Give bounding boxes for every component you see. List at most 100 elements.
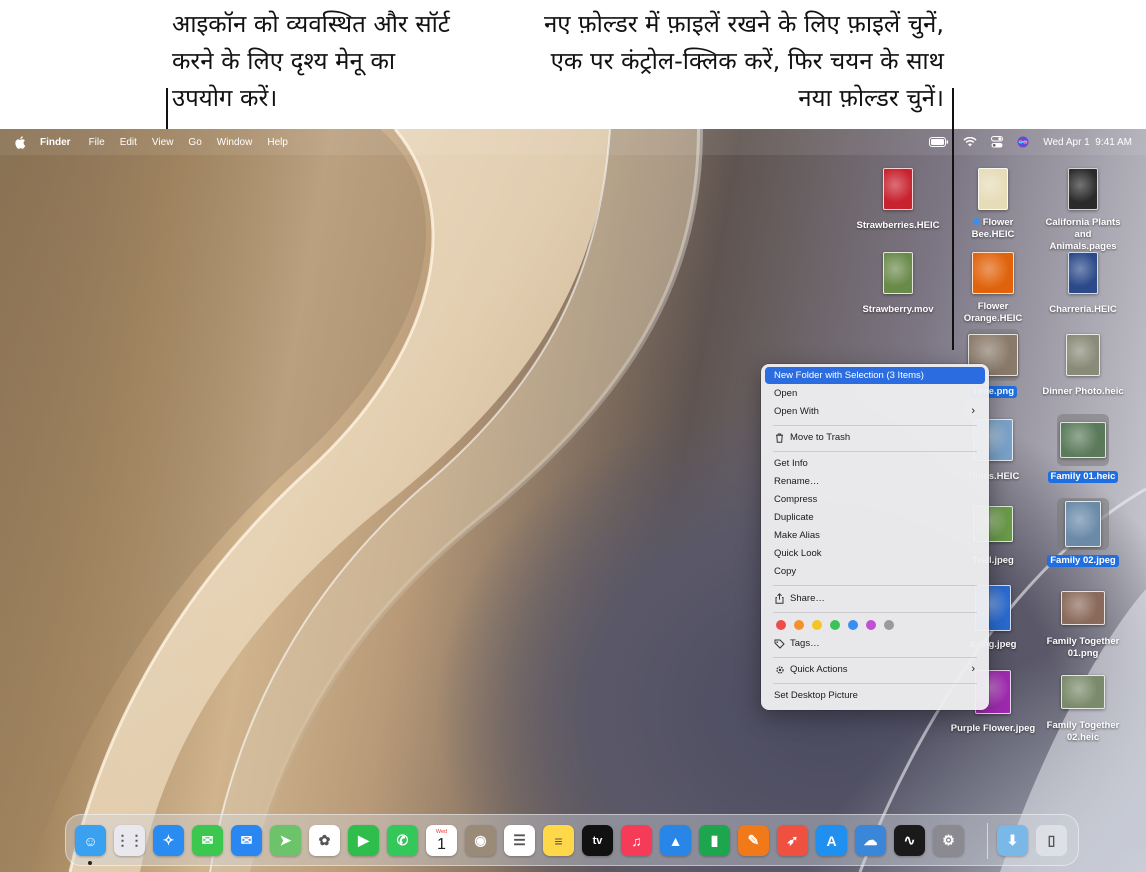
calendar-day-label: Wed	[435, 828, 448, 835]
dock-messages-icon[interactable]: ✉	[192, 825, 223, 856]
file-name-label: Flower Orange.HEIC	[963, 301, 1023, 324]
menu-bar: Finder File Edit View Go Window Help Wed…	[0, 129, 1146, 155]
menu-item-compress[interactable]: Compress	[765, 491, 985, 508]
desktop-file-icon[interactable]: Dinner Photo.heic	[1037, 329, 1129, 399]
dock-keynote-icon[interactable]: ▲	[660, 825, 691, 856]
menu-edit[interactable]: Edit	[120, 137, 137, 148]
file-thumbnail-frame	[872, 247, 924, 299]
menu-item-share[interactable]: Share…	[765, 590, 985, 607]
file-thumbnail-frame	[1057, 414, 1109, 466]
tag-color-dot[interactable]	[794, 620, 804, 630]
file-thumbnail-frame	[1057, 247, 1109, 299]
file-thumbnail-frame	[1057, 666, 1109, 718]
menu-clock[interactable]: Wed Apr 1 9:41 AM	[1043, 137, 1132, 148]
dock-app-store-icon[interactable]: A	[816, 825, 847, 856]
share-icon	[774, 593, 785, 604]
dock-system-settings-icon[interactable]: ⚙	[933, 825, 964, 856]
siri-icon[interactable]	[1017, 136, 1029, 148]
battery-icon[interactable]	[929, 137, 949, 147]
chevron-right-icon: ›	[971, 663, 975, 675]
dock-trash-icon[interactable]: ▯	[1036, 825, 1067, 856]
tag-color-dot[interactable]	[812, 620, 822, 630]
dock-reminders-icon[interactable]: ☰	[504, 825, 535, 856]
desktop-file-icon[interactable]: Strawberries.HEIC	[852, 163, 944, 233]
dock-weather-icon[interactable]: ☁	[855, 825, 886, 856]
menu-separator	[773, 612, 977, 613]
menu-item-tags[interactable]: Tags…	[765, 635, 985, 652]
menu-item-open-with[interactable]: Open With ›	[765, 403, 985, 420]
menu-item-open[interactable]: Open	[765, 385, 985, 402]
dock-finder-icon[interactable]: ☺	[75, 825, 106, 856]
desktop-file-icon[interactable]: Flower Bee.HEIC	[947, 163, 1039, 242]
dock-safari-icon[interactable]: ✧	[153, 825, 184, 856]
menu-item-quick-actions[interactable]: Quick Actions ›	[765, 661, 985, 678]
desktop-file-icon[interactable]: Flower Orange.HEIC	[947, 247, 1039, 326]
desktop-file-icon[interactable]: Family 02.jpeg	[1037, 498, 1129, 568]
dock-downloads-folder-icon[interactable]: ⬇	[997, 825, 1028, 856]
file-name-label: Family Together 02.heic	[1046, 720, 1120, 743]
wifi-icon[interactable]	[963, 137, 977, 147]
menu-file[interactable]: File	[89, 137, 105, 148]
desktop-file-icon[interactable]: Family Together 02.heic	[1037, 666, 1129, 745]
dock-photos-icon[interactable]: ✿	[309, 825, 340, 856]
dock-pages-icon[interactable]: ✎	[738, 825, 769, 856]
dock-numbers-icon[interactable]: ▮	[699, 825, 730, 856]
file-thumbnail-frame	[1057, 498, 1109, 550]
dock-stocks-icon[interactable]: ∿	[894, 825, 925, 856]
desktop-file-icon[interactable]: Family 01.heic	[1037, 414, 1129, 484]
desktop-file-icon[interactable]: Charreria.HEIC	[1037, 247, 1129, 317]
file-thumbnail-frame	[1057, 582, 1109, 634]
menu-item-get-info[interactable]: Get Info	[765, 455, 985, 472]
desktop-file-icon[interactable]: California Plants and Animals.pages	[1037, 163, 1129, 254]
tag-color-dot[interactable]	[866, 620, 876, 630]
tag-color-dot[interactable]	[884, 620, 894, 630]
menu-item-set-desktop-picture[interactable]: Set Desktop Picture	[765, 687, 985, 704]
dock-rocket-icon[interactable]: ➶	[777, 825, 808, 856]
tag-color-dot[interactable]	[830, 620, 840, 630]
control-center-icon[interactable]	[991, 136, 1004, 148]
menu-finder[interactable]: Finder	[40, 137, 71, 148]
dock-tv-icon[interactable]: tv	[582, 825, 613, 856]
menu-item-make-alias[interactable]: Make Alias	[765, 527, 985, 544]
file-thumbnail-frame	[967, 163, 1019, 215]
chevron-right-icon: ›	[971, 405, 975, 417]
dock-facetime-icon[interactable]: ▶	[348, 825, 379, 856]
desktop-file-icon[interactable]: Family Together 01.png	[1037, 582, 1129, 661]
dock-calendar-icon[interactable]: Wed 1	[426, 825, 457, 856]
menu-go[interactable]: Go	[188, 137, 201, 148]
tag-color-dot[interactable]	[776, 620, 786, 630]
menu-separator	[773, 451, 977, 452]
dock-launchpad-icon[interactable]: ⋮⋮	[114, 825, 145, 856]
menu-window[interactable]: Window	[217, 137, 253, 148]
file-name-label: Strawberry.mov	[862, 304, 934, 315]
dock-mail-icon[interactable]: ✉	[231, 825, 262, 856]
dock-notes-icon[interactable]: ≡	[543, 825, 574, 856]
tag-dot-icon	[972, 218, 980, 225]
apple-icon[interactable]	[14, 135, 26, 149]
tag-color-dot[interactable]	[848, 620, 858, 630]
menu-separator	[773, 657, 977, 658]
dock-phone-icon[interactable]: ✆	[387, 825, 418, 856]
file-name-label: Family 02.jpeg	[1047, 555, 1119, 567]
menu-item-quick-look[interactable]: Quick Look	[765, 545, 985, 562]
file-thumbnail	[1066, 334, 1100, 376]
file-name-label: Strawberries.HEIC	[856, 220, 940, 231]
menu-item-new-folder-with-selection[interactable]: New Folder with Selection (3 Items)	[765, 367, 985, 384]
menu-view[interactable]: View	[152, 137, 174, 148]
dock-maps-icon[interactable]: ➤	[270, 825, 301, 856]
file-thumbnail-frame	[1057, 163, 1109, 215]
calendar-date-label: 1	[437, 835, 446, 853]
menu-item-move-to-trash[interactable]: Move to Trash	[765, 429, 985, 446]
desktop-screen: Finder File Edit View Go Window Help Wed…	[0, 129, 1146, 872]
menu-item-rename[interactable]: Rename…	[765, 473, 985, 490]
dock-music-icon[interactable]: ♫	[621, 825, 652, 856]
gear-icon	[774, 664, 785, 675]
menu-item-duplicate[interactable]: Duplicate	[765, 509, 985, 526]
dock-contacts-icon[interactable]: ◉	[465, 825, 496, 856]
menu-item-copy[interactable]: Copy	[765, 563, 985, 580]
menu-help[interactable]: Help	[267, 137, 288, 148]
menu-separator	[773, 585, 977, 586]
file-thumbnail-frame	[967, 247, 1019, 299]
desktop-file-icon[interactable]: Strawberry.mov	[852, 247, 944, 317]
menu-extras: Wed Apr 1 9:41 AM	[929, 129, 1132, 155]
